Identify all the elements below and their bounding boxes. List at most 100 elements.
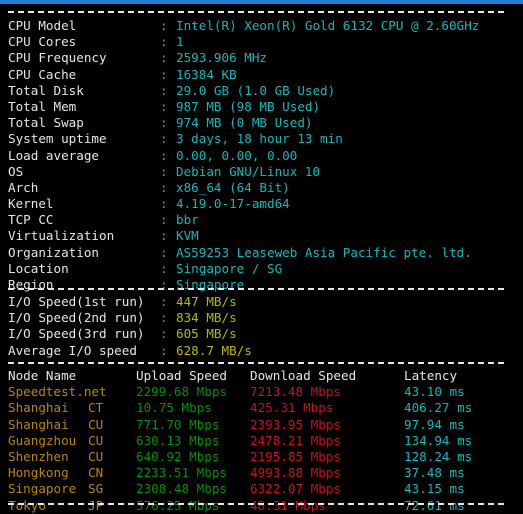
field-value-cpu-frequency: 2593.906 MHz	[176, 50, 267, 66]
io-speed-row: Average I/O speed:628.7 MB/s	[0, 343, 523, 359]
cell-isp: JP	[88, 498, 103, 514]
cell-node-name: Shanghai	[8, 417, 69, 433]
field-colon: :	[160, 212, 168, 228]
field-label-total-disk: Total Disk	[8, 83, 84, 99]
terminal-window[interactable]: CPU Model:Intel(R) Xeon(R) Gold 6132 CPU…	[0, 0, 523, 514]
field-colon: :	[160, 34, 168, 50]
cell-download-speed: 2195.85 Mbps	[250, 449, 341, 465]
system-info-row: CPU Cores:1	[0, 34, 523, 50]
field-label-cpu-cache: CPU Cache	[8, 67, 76, 83]
cell-upload-speed: 2233.51 Mbps	[136, 465, 227, 481]
field-colon: :	[160, 18, 168, 34]
io-speed-section: I/O Speed(1st run):447 MB/sI/O Speed(2nd…	[0, 294, 523, 359]
speedtest-table-header: Node NameUpload SpeedDownload SpeedLaten…	[0, 368, 523, 384]
cell-upload-speed: 2299.68 Mbps	[136, 384, 227, 400]
cell-isp: CU	[88, 433, 103, 449]
field-label-os: OS	[8, 164, 23, 180]
speedtest-table-row: Tokyo JP 576.25 Mbps 48.31 Mbps 72.61 ms	[0, 498, 523, 514]
io-speed-row: I/O Speed(1st run):447 MB/s	[0, 294, 523, 310]
separator-top	[8, 11, 508, 13]
field-value-cpu-cache: 16384 KB	[176, 67, 237, 83]
speedtest-table-row: ShanghaiCT10.75 Mbps425.31 Mbps406.27 ms	[0, 400, 523, 416]
cell-download-speed: 48.31 Mbps	[250, 498, 326, 514]
field-value-total-disk: 29.0 GB (1.0 GB Used)	[176, 83, 335, 99]
field-value-organization: AS59253 Leaseweb Asia Pacific pte. ltd.	[176, 245, 472, 261]
cell-isp: CU	[88, 417, 103, 433]
field-label-total-mem: Total Mem	[8, 99, 76, 115]
system-info-row: Load average:0.00, 0.00, 0.00	[0, 148, 523, 164]
cell-latency: 43.15 ms	[404, 481, 465, 497]
field-colon: :	[160, 196, 168, 212]
io-speed-row: I/O Speed(3rd run):605 MB/s	[0, 326, 523, 342]
field-value-load-average: 0.00, 0.00, 0.00	[176, 148, 297, 164]
cell-upload-speed: 2308.48 Mbps	[136, 481, 227, 497]
system-info-row: OS:Debian GNU/Linux 10	[0, 164, 523, 180]
separator-table	[8, 362, 508, 364]
cell-upload-speed: 576.25 Mbps	[136, 498, 219, 514]
speedtest-table-row: SingaporeSG2308.48 Mbps6322.07 Mbps43.15…	[0, 481, 523, 497]
system-info-row: Total Mem:987 MB (98 MB Used)	[0, 99, 523, 115]
column-header-download-speed: Download Speed	[250, 368, 356, 384]
field-value-tcp-cc: bbr	[176, 212, 199, 228]
speedtest-table-row: HongkongCN2233.51 Mbps4993.88 Mbps37.48 …	[0, 465, 523, 481]
system-info-row: Total Disk:29.0 GB (1.0 GB Used)	[0, 83, 523, 99]
cell-node-name: Shanghai	[8, 400, 69, 416]
system-info-section: CPU Model:Intel(R) Xeon(R) Gold 6132 CPU…	[0, 18, 523, 293]
system-info-row: Organization:AS59253 Leaseweb Asia Pacif…	[0, 245, 523, 261]
field-label-organization: Organization	[8, 245, 99, 261]
field-label-cpu-cores: CPU Cores	[8, 34, 76, 50]
field-colon: :	[160, 131, 168, 147]
field-colon: :	[160, 277, 168, 293]
cell-isp: CT	[88, 400, 103, 416]
field-colon: :	[160, 261, 168, 277]
speedtest-section: Node NameUpload SpeedDownload SpeedLaten…	[0, 368, 523, 514]
field-value-total-swap: 974 MB (0 MB Used)	[176, 115, 312, 131]
cell-latency: 97.94 ms	[404, 417, 465, 433]
cell-upload-speed: 640.92 Mbps	[136, 449, 219, 465]
system-info-row: Kernel:4.19.0-17-amd64	[0, 196, 523, 212]
field-value-system-uptime: 3 days, 18 hour 13 min	[176, 131, 343, 147]
field-label-i-o-speed-2nd-run: I/O Speed(2nd run)	[8, 310, 144, 326]
cell-isp: CN	[88, 465, 103, 481]
system-info-row: Region:Singapore	[0, 277, 523, 293]
field-colon: :	[160, 326, 168, 342]
column-header-upload-speed: Upload Speed	[136, 368, 227, 384]
speedtest-table-row: Speedtest.net2299.68 Mbps7213.48 Mbps43.…	[0, 384, 523, 400]
system-info-row: CPU Model:Intel(R) Xeon(R) Gold 6132 CPU…	[0, 18, 523, 34]
field-value-cpu-cores: 1	[176, 34, 184, 50]
separator-bottom	[8, 503, 508, 505]
speedtest-table-row: GuangzhouCU630.13 Mbps2478.21 Mbps134.94…	[0, 433, 523, 449]
field-colon: :	[160, 50, 168, 66]
cell-download-speed: 425.31 Mbps	[250, 400, 333, 416]
cell-upload-speed: 10.75 Mbps	[136, 400, 212, 416]
field-label-total-swap: Total Swap	[8, 115, 84, 131]
field-label-region: Region	[8, 277, 54, 293]
io-speed-row: I/O Speed(2nd run):834 MB/s	[0, 310, 523, 326]
field-colon: :	[160, 310, 168, 326]
cell-download-speed: 4993.88 Mbps	[250, 465, 341, 481]
field-label-virtualization: Virtualization	[8, 228, 114, 244]
field-value-kernel: 4.19.0-17-amd64	[176, 196, 290, 212]
cell-isp: SG	[88, 481, 103, 497]
field-label-location: Location	[8, 261, 69, 277]
cell-node-name: Shenzhen	[8, 449, 69, 465]
field-label-kernel: Kernel	[8, 196, 54, 212]
field-value-i-o-speed-3rd-run: 605 MB/s	[176, 326, 237, 342]
field-value-average-i-o-speed: 628.7 MB/s	[176, 343, 252, 359]
cell-download-speed: 2478.21 Mbps	[250, 433, 341, 449]
field-value-location: Singapore / SG	[176, 261, 282, 277]
window-accent-bar	[0, 0, 523, 4]
cell-latency: 72.61 ms	[404, 498, 465, 514]
cell-latency: 37.48 ms	[404, 465, 465, 481]
cell-node-name: Tokyo	[8, 498, 46, 514]
cell-upload-speed: 630.13 Mbps	[136, 433, 219, 449]
field-colon: :	[160, 343, 168, 359]
field-label-cpu-model: CPU Model	[8, 18, 76, 34]
speedtest-table-row: ShenzhenCU640.92 Mbps2195.85 Mbps128.24 …	[0, 449, 523, 465]
cell-download-speed: 7213.48 Mbps	[250, 384, 341, 400]
field-label-i-o-speed-3rd-run: I/O Speed(3rd run)	[8, 326, 144, 342]
system-info-row: TCP CC:bbr	[0, 212, 523, 228]
field-colon: :	[160, 180, 168, 196]
field-colon: :	[160, 294, 168, 310]
system-info-row: Location: Singapore / SG	[0, 261, 523, 277]
